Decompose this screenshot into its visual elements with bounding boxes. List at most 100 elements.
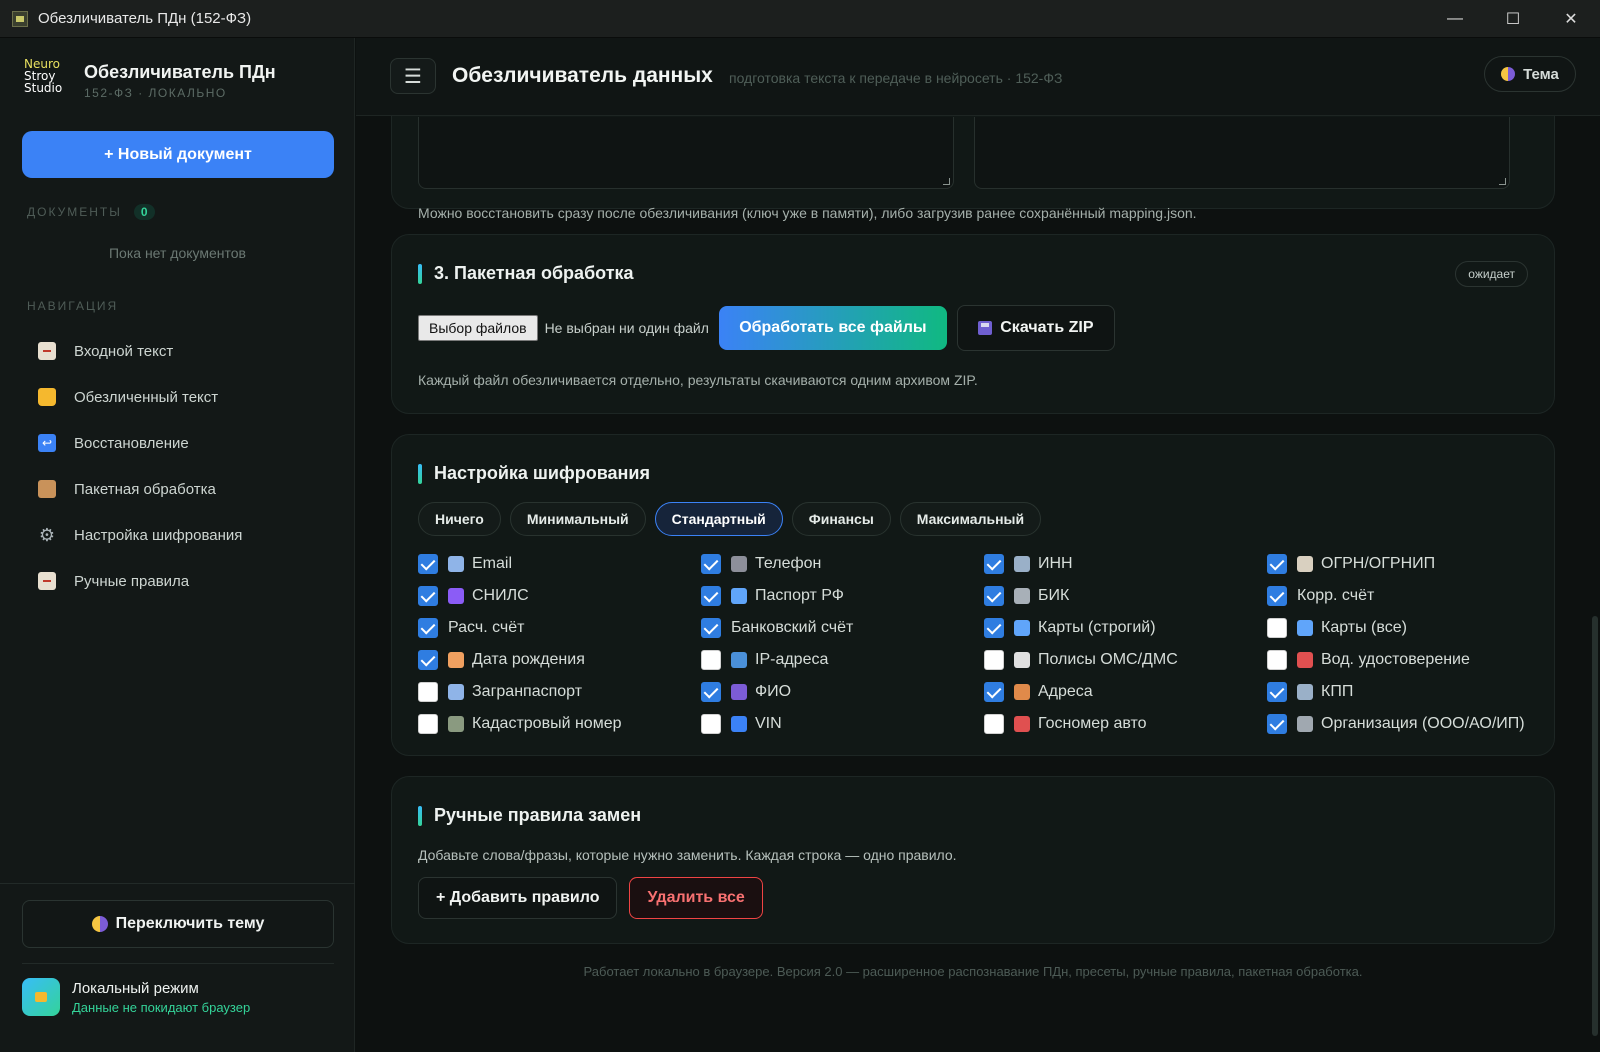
toggle-theme-button[interactable]: Переключить тему <box>22 900 334 948</box>
option-item[interactable]: Корр. счёт <box>1267 580 1550 612</box>
option-checkbox[interactable] <box>701 650 721 670</box>
option-checkbox[interactable] <box>418 586 438 606</box>
option-checkbox[interactable] <box>1267 650 1287 670</box>
option-item[interactable]: Госномер авто <box>984 708 1267 740</box>
option-checkbox[interactable] <box>701 586 721 606</box>
option-item[interactable]: БИК <box>984 580 1267 612</box>
local-mode-subtitle: Данные не покидают браузер <box>72 999 251 1015</box>
nav-item-restore[interactable]: ↩ Восстановление <box>24 420 334 466</box>
floppy-disk-icon <box>978 321 993 335</box>
option-label: Банковский счёт <box>731 619 854 636</box>
option-checkbox[interactable] <box>418 682 438 702</box>
option-item[interactable]: КПП <box>1267 676 1550 708</box>
option-checkbox[interactable] <box>1267 554 1287 574</box>
preset-standard[interactable]: Стандартный <box>654 502 783 536</box>
gear-icon: ⚙ <box>38 524 56 545</box>
option-checkbox[interactable] <box>984 586 1004 606</box>
option-item[interactable]: ОГРН/ОГРНИП <box>1267 548 1550 580</box>
option-label: БИК <box>1038 587 1070 604</box>
restore-note: Можно восстановить сразу после обезличив… <box>418 205 1197 221</box>
globe-icon <box>731 652 747 668</box>
lock-icon <box>22 978 60 1016</box>
option-label: Кадастровый номер <box>472 715 622 732</box>
preset-finance[interactable]: Финансы <box>791 502 891 536</box>
local-mode-title: Локальный режим <box>72 979 199 997</box>
option-label: Организация (ООО/АО/ИП) <box>1321 715 1525 732</box>
option-item[interactable]: Карты (все) <box>1267 612 1550 644</box>
option-item[interactable]: Телефон <box>701 548 984 580</box>
restore-card: Можно восстановить сразу после обезличив… <box>391 116 1555 221</box>
option-item[interactable]: VIN <box>701 708 984 740</box>
option-item[interactable]: Расч. счёт <box>418 612 701 644</box>
manual-rules-card: Ручные правила замен Добавьте слова/фраз… <box>391 776 1555 944</box>
option-item[interactable]: Карты (строгий) <box>984 612 1267 644</box>
building-icon <box>1014 556 1030 572</box>
option-checkbox[interactable] <box>418 714 438 734</box>
option-item[interactable]: Организация (ООО/АО/ИП) <box>1267 708 1550 740</box>
option-checkbox[interactable] <box>418 618 438 638</box>
sidebar: Neuro Stroy Studio Обезличиватель ПДн 15… <box>0 38 355 1052</box>
option-item[interactable]: Email <box>418 548 701 580</box>
minimize-button[interactable]: — <box>1426 0 1484 38</box>
close-button[interactable]: ✕ <box>1542 0 1600 38</box>
scrollbar[interactable] <box>1590 116 1600 1052</box>
option-checkbox[interactable] <box>1267 618 1287 638</box>
download-zip-button[interactable]: Скачать ZIP <box>956 305 1115 351</box>
restored-textarea[interactable] <box>974 117 1510 189</box>
option-checkbox[interactable] <box>984 554 1004 574</box>
option-item[interactable]: Паспорт РФ <box>701 580 984 612</box>
choose-files-button[interactable]: Выбор файлов <box>418 315 538 341</box>
option-checkbox[interactable] <box>984 650 1004 670</box>
option-item[interactable]: СНИЛС <box>418 580 701 612</box>
option-item[interactable]: Банковский счёт <box>701 612 984 644</box>
no-file-label: Не выбран ни один файл <box>544 320 709 336</box>
option-label: Корр. счёт <box>1297 587 1375 604</box>
option-checkbox[interactable] <box>984 618 1004 638</box>
option-item[interactable]: ФИО <box>701 676 984 708</box>
preset-minimal[interactable]: Минимальный <box>509 502 646 536</box>
preset-maximal[interactable]: Максимальный <box>899 502 1042 536</box>
house-icon <box>1014 684 1030 700</box>
return-arrow-icon: ↩ <box>38 434 56 452</box>
option-item[interactable]: Загранпаспорт <box>418 676 701 708</box>
nav-item-input-text[interactable]: Входной текст <box>24 328 334 374</box>
add-rule-button[interactable]: + Добавить правило <box>418 877 618 919</box>
menu-button[interactable]: ☰ <box>390 58 436 94</box>
new-document-button[interactable]: + Новый документ <box>22 131 334 178</box>
option-item[interactable]: Полисы ОМС/ДМС <box>984 644 1267 676</box>
scrollbar-thumb[interactable] <box>1592 616 1598 1036</box>
theme-button[interactable]: Тема <box>1484 56 1576 92</box>
nav-item-encryption-settings[interactable]: ⚙ Настройка шифрования <box>24 512 334 558</box>
phone-icon <box>731 556 747 572</box>
option-item[interactable]: IP-адреса <box>701 644 984 676</box>
option-item[interactable]: Кадастровый номер <box>418 708 701 740</box>
option-checkbox[interactable] <box>984 682 1004 702</box>
navigation-section-label: НАВИГАЦИЯ <box>27 299 119 313</box>
option-checkbox[interactable] <box>701 554 721 574</box>
option-checkbox[interactable] <box>1267 714 1287 734</box>
process-all-button[interactable]: Обработать все файлы <box>718 306 947 350</box>
option-label: Дата рождения <box>472 651 585 668</box>
option-checkbox[interactable] <box>701 714 721 734</box>
option-checkbox[interactable] <box>701 682 721 702</box>
status-badge: ожидает <box>1455 261 1528 287</box>
option-item[interactable]: Дата рождения <box>418 644 701 676</box>
option-item[interactable]: ИНН <box>984 548 1267 580</box>
option-label: Адреса <box>1038 683 1093 700</box>
delete-all-button[interactable]: Удалить все <box>629 877 763 919</box>
option-item[interactable]: Вод. удостоверение <box>1267 644 1550 676</box>
nav-item-batch[interactable]: Пакетная обработка <box>24 466 334 512</box>
anonymized-textarea[interactable] <box>418 117 954 189</box>
nav-item-manual-rules[interactable]: Ручные правила <box>24 558 334 604</box>
option-checkbox[interactable] <box>984 714 1004 734</box>
nav-item-anonymized-text[interactable]: Обезличенный текст <box>24 374 334 420</box>
option-checkbox[interactable] <box>418 650 438 670</box>
batch-note: Каждый файл обезличивается отдельно, рез… <box>418 372 978 388</box>
maximize-button[interactable]: ☐ <box>1484 0 1542 38</box>
option-checkbox[interactable] <box>701 618 721 638</box>
option-checkbox[interactable] <box>418 554 438 574</box>
option-item[interactable]: Адреса <box>984 676 1267 708</box>
preset-none[interactable]: Ничего <box>418 502 501 536</box>
option-checkbox[interactable] <box>1267 682 1287 702</box>
option-checkbox[interactable] <box>1267 586 1287 606</box>
